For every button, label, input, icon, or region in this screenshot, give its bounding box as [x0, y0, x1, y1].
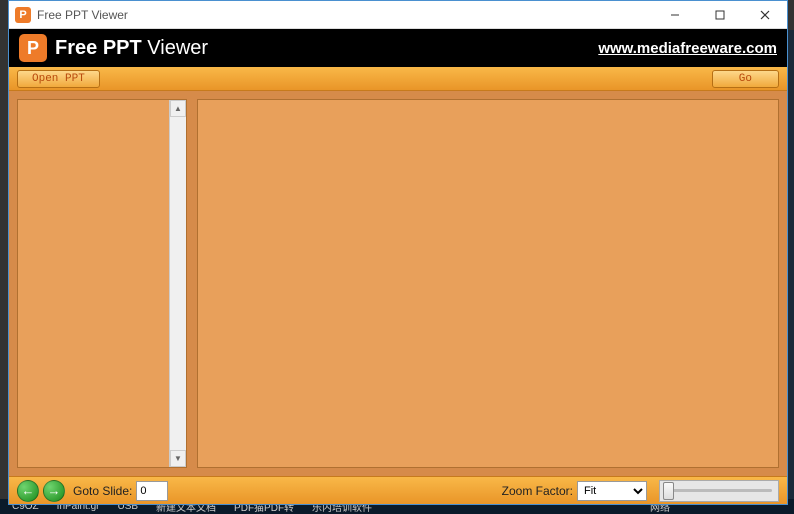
arrow-left-icon: ← — [22, 483, 35, 498]
goto-slide-input[interactable] — [136, 481, 168, 501]
zoom-factor-label: Zoom Factor: — [502, 484, 573, 498]
website-link[interactable]: www.mediafreeware.com — [598, 40, 777, 57]
open-ppt-button[interactable]: Open PPT — [17, 70, 100, 88]
zoom-slider-thumb[interactable] — [663, 482, 674, 500]
maximize-button[interactable] — [697, 1, 742, 28]
zoom-factor-select[interactable]: Fit — [577, 481, 647, 501]
app-icon: P — [15, 7, 31, 23]
app-window: P Free PPT Viewer P Free PPT Viewer www.… — [8, 0, 788, 505]
go-button[interactable]: Go — [712, 70, 779, 88]
statusbar: ← → Goto Slide: Zoom Factor: Fit — [9, 476, 787, 504]
content-area: ▲ ▼ — [9, 91, 787, 476]
scrollbar-track[interactable] — [170, 117, 186, 450]
arrow-right-icon: → — [48, 483, 61, 498]
window-title: Free PPT Viewer — [37, 8, 652, 22]
scroll-down-button[interactable]: ▼ — [170, 450, 186, 467]
app-header: P Free PPT Viewer www.mediafreeware.com — [9, 29, 787, 67]
toolbar: Open PPT Go — [9, 67, 787, 91]
close-button[interactable] — [742, 1, 787, 28]
titlebar[interactable]: P Free PPT Viewer — [9, 1, 787, 29]
scroll-up-button[interactable]: ▲ — [170, 100, 186, 117]
slide-viewer[interactable] — [197, 99, 779, 468]
next-slide-button[interactable]: → — [43, 480, 65, 502]
chevron-down-icon: ▼ — [174, 454, 182, 463]
goto-slide-label: Goto Slide: — [73, 484, 132, 498]
minimize-button[interactable] — [652, 1, 697, 28]
zoom-slider-track — [666, 489, 772, 492]
previous-slide-button[interactable]: ← — [17, 480, 39, 502]
header-logo-icon: P — [19, 34, 47, 62]
minimize-icon — [670, 10, 680, 20]
maximize-icon — [715, 10, 725, 20]
sidebar-scrollbar[interactable]: ▲ ▼ — [169, 100, 186, 467]
thumbnail-panel[interactable]: ▲ ▼ — [17, 99, 187, 468]
zoom-slider[interactable] — [659, 480, 779, 502]
close-icon — [760, 10, 770, 20]
chevron-up-icon: ▲ — [174, 104, 182, 113]
header-title: Free PPT Viewer — [55, 37, 208, 60]
